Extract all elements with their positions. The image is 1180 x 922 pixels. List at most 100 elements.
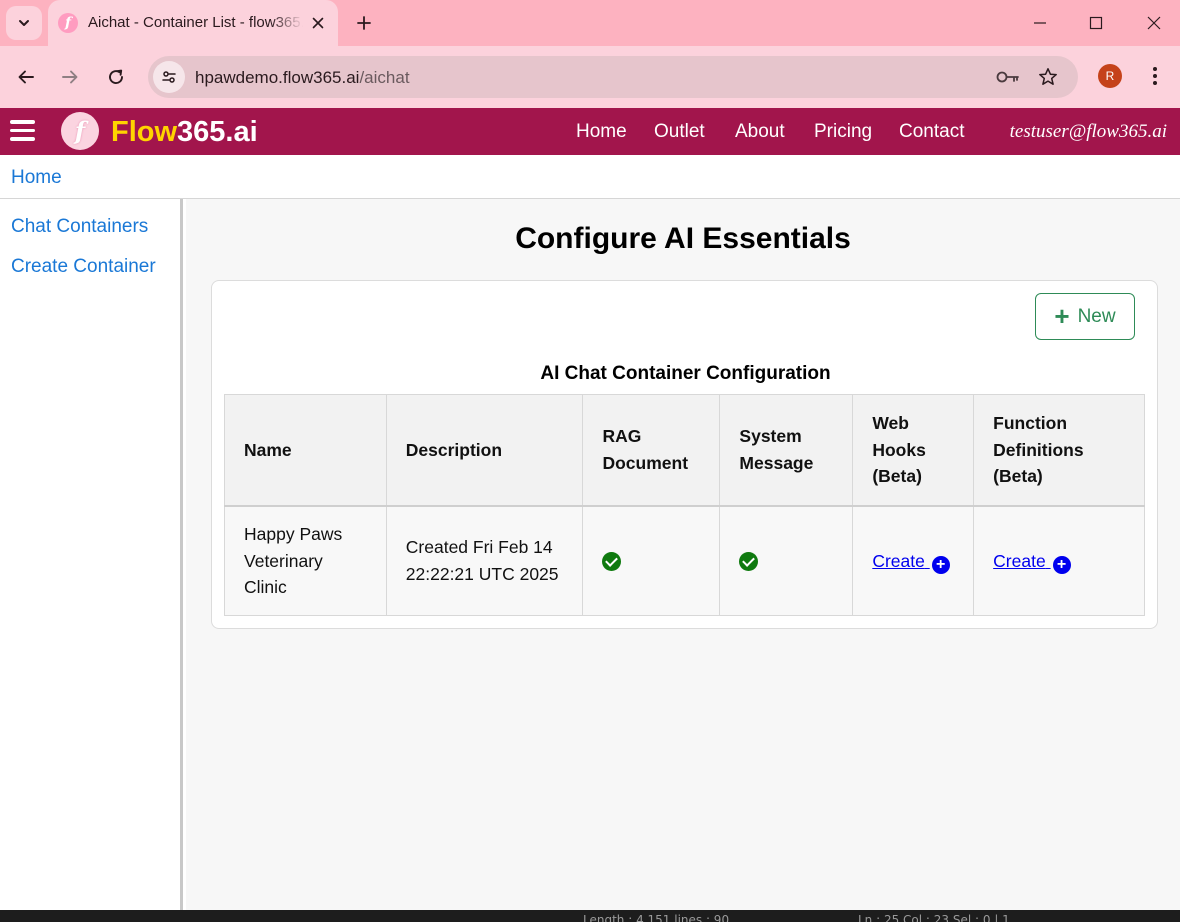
key-icon <box>996 71 1019 83</box>
nav-contact[interactable]: Contact <box>899 121 964 143</box>
site-info-button[interactable] <box>153 61 185 93</box>
create-webhook-label: Create <box>872 550 925 571</box>
maximize-icon <box>1089 16 1103 30</box>
main-content: Configure AI Essentials + New AI Chat Co… <box>186 199 1180 910</box>
user-account-link[interactable]: testuser@flow365.ai <box>1010 121 1167 143</box>
forward-arrow-icon <box>62 70 78 84</box>
nav-about[interactable]: About <box>735 121 785 143</box>
header-line: Document <box>602 452 689 473</box>
column-header-description: Description <box>385 394 584 507</box>
table-caption: AI Chat Container Configuration <box>540 363 831 384</box>
description-line: 22:22:21 UTC 2025 <box>405 563 559 584</box>
brand-name[interactable]: Flow365.ai <box>111 115 258 149</box>
cell-rag-document <box>582 505 721 616</box>
minimize-button[interactable] <box>1025 8 1055 38</box>
header-line: Definitions <box>993 439 1084 460</box>
plus-circle-icon: + <box>1052 555 1071 574</box>
status-bar: Length : 4,151 lines : 90 Ln : 25 Col : … <box>0 910 1180 922</box>
brand-part-365: 365.ai <box>177 116 258 148</box>
column-header-name: Name <box>224 394 387 507</box>
new-container-button[interactable]: + New <box>1035 293 1135 340</box>
app-header: f Flow365.ai Home Outlet About Pricing C… <box>0 108 1180 155</box>
new-button-label: New <box>1077 305 1116 327</box>
new-tab-button[interactable] <box>350 9 378 37</box>
tab-search-button[interactable] <box>6 6 42 40</box>
window-close-button[interactable] <box>1139 8 1169 38</box>
header-line: (Beta) <box>872 466 922 486</box>
column-header-function-definitions: Function Definitions (Beta) <box>973 394 1145 507</box>
bookmark-button[interactable] <box>1035 64 1061 90</box>
create-webhook-link[interactable]: Create + <box>872 550 950 574</box>
reload-icon <box>109 69 123 84</box>
profile-avatar[interactable]: R <box>1098 64 1122 88</box>
reload-button[interactable] <box>100 61 132 93</box>
create-function-link[interactable]: Create + <box>993 550 1071 574</box>
close-icon <box>312 17 324 29</box>
column-header-rag-document: RAG Document <box>582 394 721 507</box>
header-line: Message <box>739 452 814 473</box>
header-text: Name <box>244 439 292 460</box>
plus-icon: + <box>1054 300 1070 331</box>
page-title: Configure AI Essentials <box>515 222 851 255</box>
header-line: (Beta) <box>993 466 1043 486</box>
tab-close-button[interactable] <box>306 11 330 35</box>
header-line: Function <box>993 413 1068 433</box>
forward-button[interactable] <box>54 61 86 93</box>
breadcrumb: Home <box>0 155 1180 199</box>
brand-part-flow: Flow <box>111 116 178 148</box>
status-length-lines: Length : 4,151 lines : 90 <box>583 913 730 922</box>
cell-system-message <box>719 505 854 616</box>
check-icon <box>739 552 759 572</box>
check-icon <box>602 552 622 572</box>
browser-toolbar: hpawdemo.flow365.ai/aichat R <box>0 46 1180 108</box>
header-line: System <box>739 426 802 447</box>
active-tab[interactable]: f Aichat - Container List - flow365.ai <box>48 0 338 46</box>
sidebar-item-chat-containers[interactable]: Chat Containers <box>11 216 148 238</box>
cell-web-hooks: Create + <box>852 505 975 616</box>
favicon-icon: f <box>58 13 78 33</box>
header-line: Hooks <box>872 439 926 460</box>
cell-function-definitions: Create + <box>973 505 1145 616</box>
name-line: Veterinary <box>244 550 323 571</box>
nav-home[interactable]: Home <box>576 121 627 143</box>
header-line: Web <box>872 413 909 433</box>
cell-description: Created Fri Feb 14 22:22:21 UTC 2025 <box>385 505 584 616</box>
cell-name: Happy Paws Veterinary Clinic <box>224 505 387 616</box>
create-function-label: Create <box>993 550 1046 571</box>
tab-title: Aichat - Container List - flow365.ai <box>88 14 303 31</box>
logo-icon: f <box>61 112 99 150</box>
description-line: Created Fri Feb 14 <box>405 537 553 558</box>
plus-icon <box>357 16 371 30</box>
star-icon <box>1039 68 1057 85</box>
breadcrumb-home-link[interactable]: Home <box>11 167 62 189</box>
minimize-icon <box>1034 22 1046 24</box>
nav-pricing[interactable]: Pricing <box>814 121 872 143</box>
plus-circle-icon: + <box>931 555 950 574</box>
address-bar[interactable]: hpawdemo.flow365.ai/aichat <box>148 56 1078 98</box>
site-info-icon <box>162 71 176 83</box>
kebab-menu-icon <box>1153 67 1157 85</box>
url-path: /aichat <box>359 68 410 87</box>
maximize-button[interactable] <box>1081 8 1111 38</box>
hamburger-menu-icon[interactable] <box>10 120 36 142</box>
nav-outlet[interactable]: Outlet <box>654 121 705 143</box>
column-header-system-message: System Message <box>719 394 854 507</box>
container-card: + New AI Chat Container Configuration Na… <box>211 280 1158 629</box>
sidebar-item-create-container[interactable]: Create Container <box>11 256 156 278</box>
browser-tab-strip: f Aichat - Container List - flow365.ai <box>0 0 1180 46</box>
url-text: hpawdemo.flow365.ai/aichat <box>195 68 410 88</box>
sidebar: Chat Containers Create Container <box>0 199 183 910</box>
header-text: Description <box>405 439 503 460</box>
header-line: RAG <box>602 426 642 447</box>
browser-menu-button[interactable] <box>1142 62 1168 90</box>
back-arrow-icon <box>18 70 34 84</box>
table-row: Happy Paws Veterinary Clinic Created Fri F… <box>224 505 1145 616</box>
password-key-button[interactable] <box>995 64 1021 90</box>
back-button[interactable] <box>10 61 42 93</box>
table-header-row: Name Description RAG Document System Messa… <box>224 394 1145 507</box>
column-header-web-hooks: Web Hooks (Beta) <box>852 394 975 507</box>
window-close-icon <box>1147 16 1161 30</box>
container-table: Name Description RAG Document System Messa… <box>224 394 1145 616</box>
chevron-down-icon <box>19 20 29 26</box>
url-host: hpawdemo.flow365.ai <box>195 68 360 87</box>
